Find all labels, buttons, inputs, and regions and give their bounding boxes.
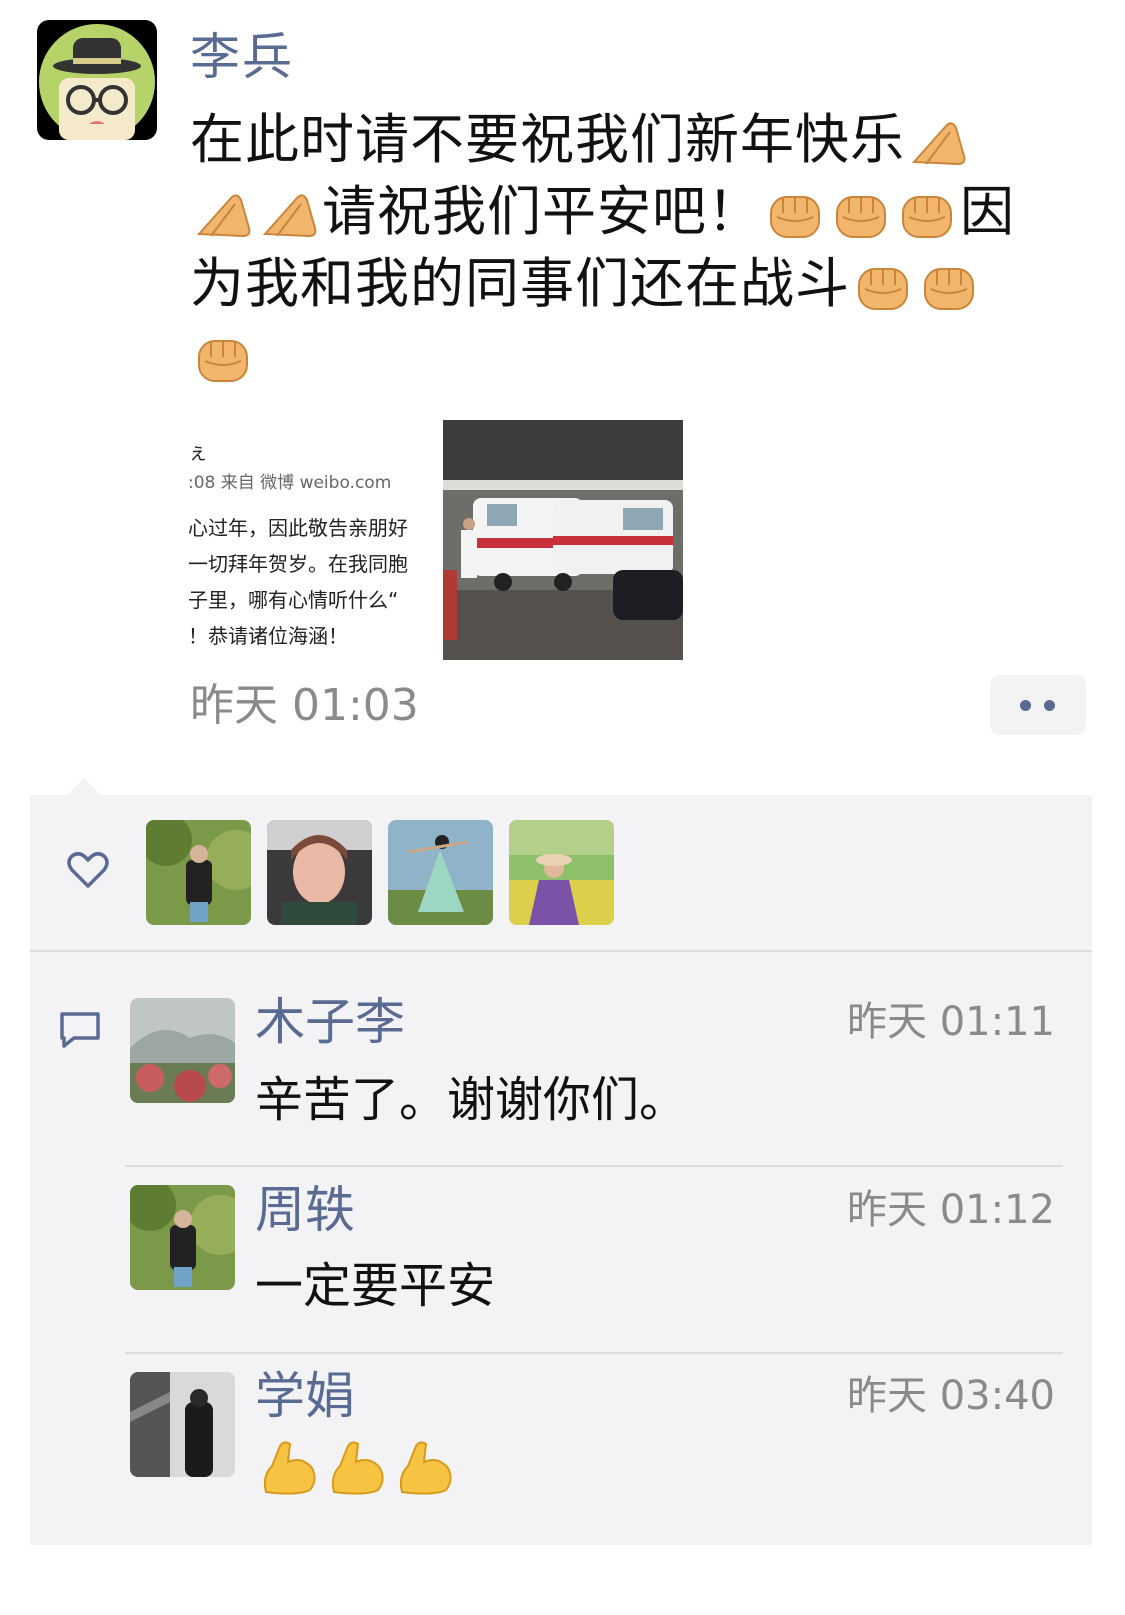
like-avatar[interactable] bbox=[509, 820, 614, 925]
likes-divider bbox=[30, 950, 1092, 952]
image-text-line: :08 来自 微博 weibo.com bbox=[188, 473, 392, 493]
like-avatar[interactable] bbox=[388, 820, 493, 925]
post-image-ambulances[interactable] bbox=[443, 420, 683, 660]
commenter-avatar[interactable] bbox=[130, 998, 235, 1103]
comment-divider bbox=[125, 1165, 1063, 1167]
image-text-line: 子里，哪有心情听什么“ bbox=[188, 588, 399, 612]
poster-name[interactable]: 李兵 bbox=[190, 24, 294, 90]
post-text-line2: 请祝我们平安吧！ bbox=[322, 180, 762, 243]
fist-emoji-icon bbox=[897, 187, 957, 243]
fist-emoji-icon bbox=[853, 259, 913, 315]
comment-text[interactable] bbox=[255, 1436, 459, 1498]
image-text-line: ！恭请诸位海涵！ bbox=[188, 624, 348, 648]
commenter-avatar[interactable] bbox=[130, 1372, 235, 1477]
post-image-weibo-screenshot[interactable]: ぇ :08 来自 微博 weibo.com 心过年，因此敬告亲朋好 一切拜年贺岁… bbox=[188, 420, 428, 660]
fist-emoji-icon bbox=[765, 187, 825, 243]
comment-timestamp: 昨天 03:40 bbox=[847, 1373, 1055, 1419]
palms-emoji-icon bbox=[908, 116, 968, 170]
post-text-line2b: 因 bbox=[960, 180, 1015, 243]
post-text-line1: 在此时请不要祝我们新年快乐 bbox=[190, 108, 905, 171]
image-text-line: 心过年，因此敬告亲朋好 bbox=[188, 516, 408, 540]
dot-icon bbox=[1020, 700, 1031, 711]
fist-emoji-icon bbox=[193, 331, 253, 387]
commenter-name[interactable]: 周轶 bbox=[255, 1180, 355, 1240]
commenter-avatar[interactable] bbox=[130, 1185, 235, 1290]
palms-emoji-icon bbox=[193, 188, 253, 242]
palms-emoji-icon bbox=[259, 188, 319, 242]
flexed-biceps-emoji-icon bbox=[258, 1436, 320, 1498]
more-options-button[interactable] bbox=[990, 675, 1086, 735]
comment-divider bbox=[125, 1352, 1063, 1354]
poster-avatar[interactable] bbox=[37, 20, 157, 140]
comment-text[interactable]: 辛苦了。谢谢你们。 bbox=[255, 1070, 687, 1130]
comment-icon bbox=[60, 1012, 100, 1048]
like-avatar[interactable] bbox=[267, 820, 372, 925]
like-avatar[interactable] bbox=[146, 820, 251, 925]
image-text-line: ぇ bbox=[188, 440, 208, 464]
comment-timestamp: 昨天 01:11 bbox=[847, 999, 1055, 1045]
commenter-name[interactable]: 学娟 bbox=[255, 1366, 355, 1426]
comment-text[interactable]: 一定要平安 bbox=[255, 1256, 495, 1316]
commenter-name[interactable]: 木子李 bbox=[255, 992, 405, 1052]
heart-icon bbox=[67, 852, 109, 888]
image-text-line: 一切拜年贺岁。在我同胞 bbox=[188, 552, 408, 576]
post-timestamp: 昨天 01:03 bbox=[190, 680, 419, 731]
dot-icon bbox=[1044, 700, 1055, 711]
post-text-line3: 为我和我的同事们还在战斗 bbox=[190, 252, 850, 315]
panel-pointer bbox=[66, 778, 102, 796]
flexed-biceps-emoji-icon bbox=[394, 1436, 456, 1498]
fist-emoji-icon bbox=[831, 187, 891, 243]
flexed-biceps-emoji-icon bbox=[326, 1436, 388, 1498]
comment-timestamp: 昨天 01:12 bbox=[847, 1187, 1055, 1233]
fist-emoji-icon bbox=[919, 259, 979, 315]
post-text: 在此时请不要祝我们新年快乐 请祝我们平安吧！ 因 为我和我的同事们还在战斗 bbox=[190, 104, 1090, 392]
